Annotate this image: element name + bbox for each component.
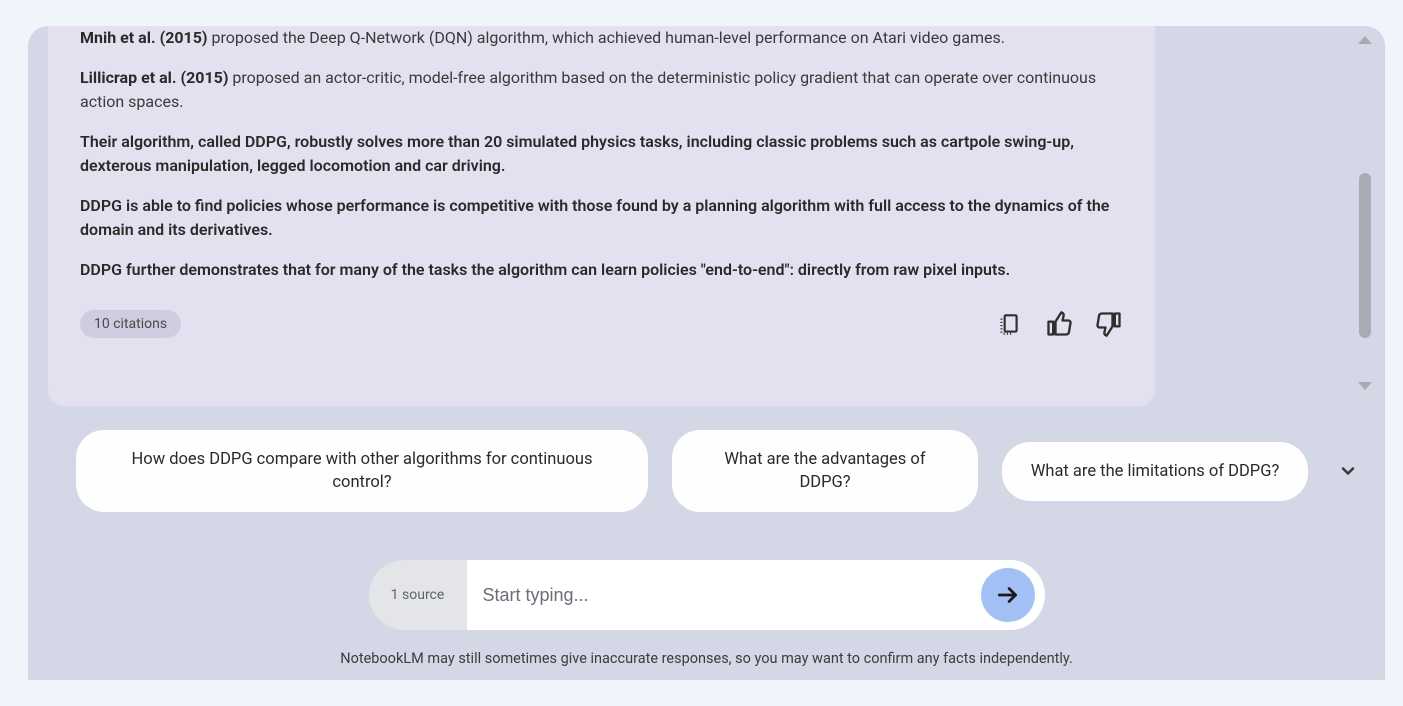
thumbs-down-icon [1095,310,1123,338]
response-card: Mnih et al. (2015) proposed the Deep Q-N… [48,26,1155,406]
suggestions-row: How does DDPG compare with other algorit… [76,430,1325,512]
suggestion-chip[interactable]: What are the limitations of DDPG? [1002,442,1308,501]
thumbs-up-icon [1045,310,1073,338]
send-button[interactable] [981,568,1035,622]
copy-button[interactable] [995,310,1023,338]
citations-badge[interactable]: 10 citations [80,310,181,338]
response-paragraph: Lillicrap et al. (2015) proposed an acto… [80,66,1123,114]
response-paragraph: DDPG further demonstrates that for many … [80,258,1123,282]
response-paragraph: Mnih et al. (2015) proposed the Deep Q-N… [80,26,1123,50]
suggestion-chip[interactable]: What are the advantages of DDPG? [672,430,978,512]
chat-input[interactable] [483,585,981,606]
scrollbar-thumb[interactable] [1359,173,1371,338]
disclaimer-text: NotebookLM may still sometimes give inac… [28,650,1385,667]
input-bar: 1 source [369,560,1045,630]
response-paragraph: Their algorithm, called DDPG, robustly s… [80,130,1123,178]
main-container: Mnih et al. (2015) proposed the Deep Q-N… [28,26,1385,680]
scroll-down-arrow[interactable] [1358,382,1372,390]
response-paragraph: DDPG is able to find policies whose perf… [80,194,1123,242]
card-footer: 10 citations [80,310,1123,338]
paragraph-text: proposed an actor-critic, model-free alg… [80,68,1096,111]
arrow-right-icon [995,582,1021,608]
scroll-up-arrow[interactable] [1358,36,1372,44]
input-field-wrap [467,560,1045,630]
copy-icon [996,311,1022,337]
suggestion-chip[interactable]: How does DDPG compare with other algorit… [76,430,648,512]
author-name: Lillicrap et al. (2015) [80,68,228,87]
scrollbar [1345,26,1385,680]
author-name: Mnih et al. (2015) [80,28,208,47]
thumbs-up-button[interactable] [1045,310,1073,338]
thumbs-down-button[interactable] [1095,310,1123,338]
source-count-label[interactable]: 1 source [369,587,467,603]
feedback-icons [995,310,1123,338]
paragraph-text: proposed the Deep Q-Network (DQN) algori… [208,28,1005,47]
